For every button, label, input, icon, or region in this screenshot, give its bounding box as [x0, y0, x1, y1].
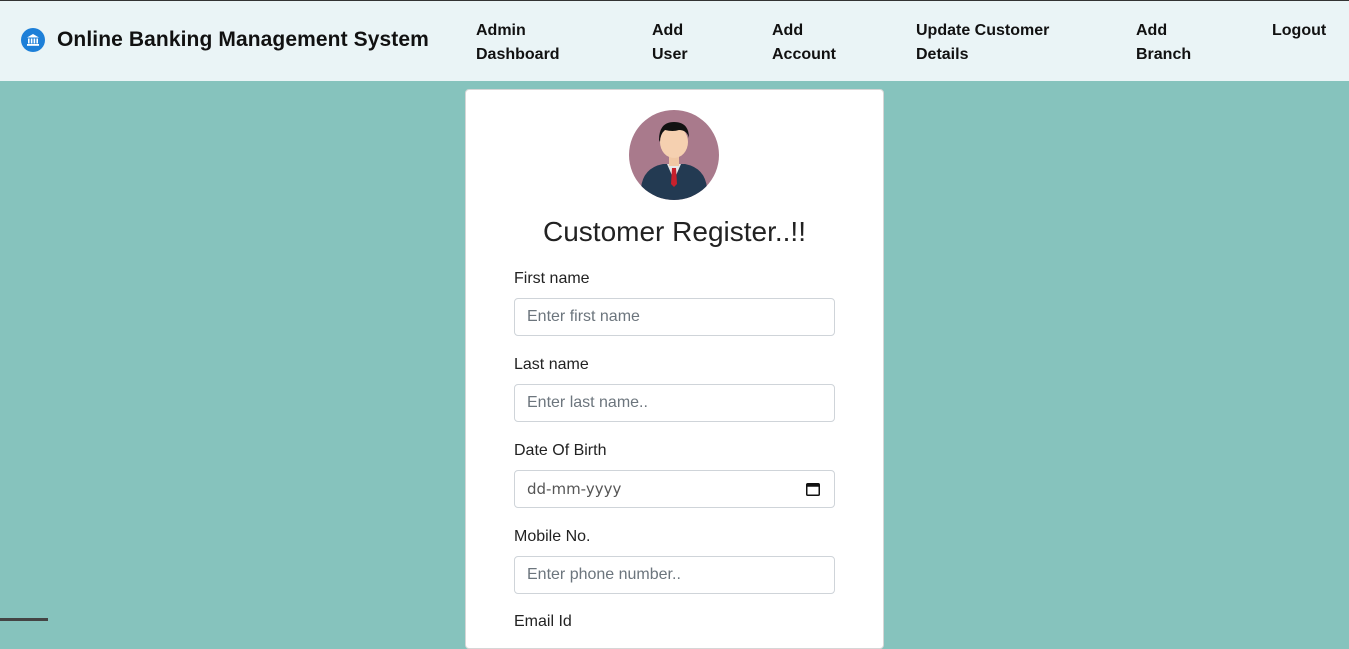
mobile-input[interactable] — [514, 556, 835, 594]
first-name-label: First name — [514, 270, 590, 287]
register-card: Customer Register..!! First name Last na… — [465, 89, 884, 649]
top-navbar: Online Banking Management System Admin D… — [0, 0, 1349, 81]
brand[interactable]: Online Banking Management System — [21, 28, 429, 52]
nav-add-branch-line1: Add — [1136, 22, 1168, 39]
nav-update-customer-line1: Update Customer — [916, 22, 1050, 39]
nav-logout[interactable]: Logout — [1272, 19, 1326, 43]
last-name-label: Last name — [514, 356, 589, 373]
nav-admin-dashboard-line2: Dashboard — [476, 46, 560, 63]
nav-update-customer-details[interactable]: Update Customer Details — [916, 19, 1049, 67]
nav-add-account[interactable]: Add Account — [772, 19, 836, 67]
dob-label: Date Of Birth — [514, 442, 607, 459]
nav-add-branch-line2: Branch — [1136, 46, 1192, 63]
user-avatar-icon — [629, 110, 719, 200]
dob-input[interactable]: dd-mm-yyyy — [514, 470, 835, 508]
last-name-input[interactable] — [514, 384, 835, 422]
nav-add-user-line2: User — [652, 46, 688, 63]
nav-add-account-line2: Account — [772, 46, 836, 63]
mobile-label: Mobile No. — [514, 528, 591, 545]
form-title: Customer Register..!! — [543, 216, 806, 247]
nav-add-account-line1: Add — [772, 22, 804, 39]
brand-title: Online Banking Management System — [57, 28, 429, 51]
bank-icon — [21, 28, 45, 52]
nav-add-branch[interactable]: Add Branch — [1136, 19, 1191, 67]
nav-update-customer-line2: Details — [916, 46, 969, 63]
nav-add-user[interactable]: Add User — [652, 19, 688, 67]
dob-placeholder: dd-mm-yyyy — [527, 480, 622, 498]
nav-admin-dashboard[interactable]: Admin Dashboard — [476, 19, 560, 67]
nav-logout-label: Logout — [1272, 22, 1327, 39]
first-name-input[interactable] — [514, 298, 835, 336]
calendar-icon[interactable] — [806, 482, 820, 496]
nav-add-user-line1: Add — [652, 22, 684, 39]
email-label: Email Id — [514, 613, 572, 630]
nav-admin-dashboard-line1: Admin — [476, 22, 526, 39]
